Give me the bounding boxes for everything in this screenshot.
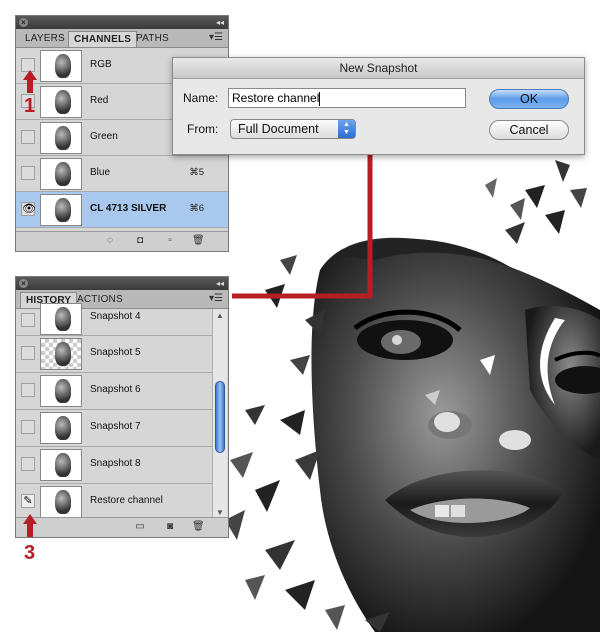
from-label: From: <box>187 122 219 136</box>
scroll-thumb[interactable] <box>215 381 225 453</box>
channels-footer: ◌ ◘ ▫ 🗑 <box>16 231 228 251</box>
channel-thumbnail <box>40 50 82 82</box>
snapshot-source-toggle[interactable] <box>21 313 35 327</box>
history-row[interactable]: Snapshot 5 <box>16 336 213 373</box>
new-document-icon[interactable]: ▭ <box>134 521 146 533</box>
channel-row-cl-4713-silver[interactable]: 👁 CL 4713 SILVER ⌘6 <box>16 192 228 228</box>
tab-paths[interactable]: PATHS <box>131 31 174 47</box>
history-panel: × ◂◂ HISTORY ACTIONS ▾☰ Snapshot 4 Snaps… <box>15 276 229 538</box>
channel-name: Red <box>90 95 109 106</box>
history-brush-icon[interactable]: ✎ <box>21 494 35 508</box>
snapshot-thumbnail <box>40 303 82 335</box>
visibility-toggle[interactable] <box>21 130 35 144</box>
scroll-up-icon[interactable]: ▲ <box>216 311 224 320</box>
snapshot-source-toggle[interactable] <box>21 346 35 360</box>
channel-thumbnail <box>40 86 82 118</box>
channel-name: RGB <box>90 59 112 70</box>
snapshot-thumbnail <box>40 449 82 481</box>
panel-titlebar: × ◂◂ <box>16 16 228 29</box>
trash-icon[interactable]: 🗑 <box>192 235 205 247</box>
snapshot-thumbnail <box>40 375 82 407</box>
name-label: Name: <box>183 91 219 105</box>
panel-titlebar: × ◂◂ <box>16 277 228 290</box>
trash-icon[interactable]: 🗑 <box>192 521 205 533</box>
channels-tabbar: LAYERS CHANNELS PATHS ▾☰ <box>16 29 228 48</box>
visibility-toggle[interactable] <box>21 58 35 72</box>
snapshot-source-toggle[interactable] <box>21 420 35 434</box>
channel-name: CL 4713 SILVER <box>90 203 167 214</box>
snapshot-thumbnail <box>40 412 82 444</box>
channel-row-blue[interactable]: Blue ⌘5 <box>16 156 228 192</box>
from-select-value: Full Document <box>238 122 319 136</box>
save-selection-icon[interactable]: ◘ <box>134 235 146 247</box>
history-row[interactable]: Snapshot 8 <box>16 447 213 484</box>
from-select[interactable]: Full Document ▲ ▼ <box>230 119 356 139</box>
load-selection-icon[interactable]: ◌ <box>104 235 116 247</box>
camera-icon[interactable]: ◙ <box>164 521 176 533</box>
dialog-title: New Snapshot <box>173 58 584 79</box>
history-row[interactable]: Snapshot 6 <box>16 373 213 410</box>
ok-button[interactable]: OK <box>489 89 569 109</box>
snapshot-source-toggle[interactable] <box>21 383 35 397</box>
history-footer: ▭ ◙ 🗑 <box>16 517 228 537</box>
step-3-marker: 3 <box>24 542 36 564</box>
channel-thumbnail <box>40 194 82 226</box>
snapshot-name-input[interactable]: Restore channel <box>228 88 466 108</box>
history-row[interactable]: ✎ Restore channel <box>16 484 213 521</box>
new-snapshot-dialog: New Snapshot Name: Restore channel From:… <box>172 57 585 155</box>
channel-name: Green <box>90 131 118 142</box>
scroll-down-icon[interactable]: ▼ <box>216 508 224 517</box>
channel-shortcut: ⌘6 <box>189 203 204 214</box>
step-1-marker: 1 <box>24 95 36 117</box>
history-state-name: Restore channel <box>90 495 163 506</box>
tab-channels[interactable]: CHANNELS <box>68 31 138 47</box>
cancel-button[interactable]: Cancel <box>489 120 569 140</box>
history-state-name: Snapshot 5 <box>90 347 141 358</box>
channel-shortcut: ⌘5 <box>189 167 204 178</box>
history-row[interactable]: Snapshot 7 <box>16 410 213 447</box>
history-state-name: Snapshot 7 <box>90 421 141 432</box>
select-arrows-icon: ▲ ▼ <box>338 120 355 138</box>
history-state-name: Snapshot 6 <box>90 384 141 395</box>
close-icon[interactable]: × <box>19 18 28 27</box>
panel-menu-icon[interactable]: ▾☰ <box>209 293 223 304</box>
channel-name: Blue <box>90 167 111 178</box>
snapshot-source-toggle[interactable] <box>21 457 35 471</box>
tab-layers[interactable]: LAYERS <box>20 31 70 47</box>
channel-thumbnail <box>40 122 82 154</box>
snapshot-thumbnail <box>40 338 82 370</box>
close-icon[interactable]: × <box>19 279 28 288</box>
history-state-name: Snapshot 8 <box>90 458 141 469</box>
history-state-name: Snapshot 4 <box>90 311 141 322</box>
collapse-icon[interactable]: ◂◂ <box>216 16 224 29</box>
visibility-toggle[interactable] <box>21 166 35 180</box>
eye-icon[interactable]: 👁 <box>21 202 36 216</box>
channel-thumbnail <box>40 158 82 190</box>
new-channel-icon[interactable]: ▫ <box>164 235 176 247</box>
face-artwork <box>225 160 600 632</box>
panel-menu-icon[interactable]: ▾☰ <box>209 32 223 43</box>
collapse-icon[interactable]: ◂◂ <box>216 277 224 290</box>
history-row[interactable]: Snapshot 4 <box>16 303 213 336</box>
snapshot-thumbnail <box>40 486 82 518</box>
history-scrollbar[interactable]: ▲ ▼ <box>212 309 227 519</box>
